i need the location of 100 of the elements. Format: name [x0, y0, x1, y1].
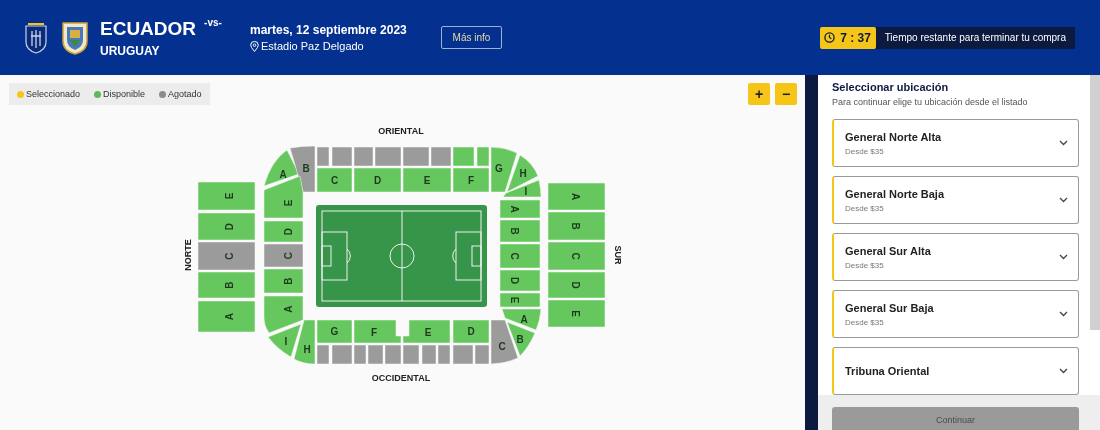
stadium-section[interactable]: [499, 199, 541, 219]
section-label: B: [516, 333, 524, 345]
location-option[interactable]: General Norte Baja Desde $35: [832, 176, 1079, 224]
clock-icon: [824, 32, 836, 43]
section-label: B: [282, 277, 294, 285]
stadium-section[interactable]: [263, 243, 304, 268]
box-section[interactable]: [353, 344, 367, 365]
box-section[interactable]: [430, 146, 452, 167]
section-label: D: [373, 174, 382, 186]
stadium-section[interactable]: [402, 167, 452, 193]
section-label: D: [282, 227, 294, 236]
location-price: Desde $35: [845, 146, 885, 156]
legend-label: Seleccionado: [26, 89, 81, 99]
stadium-section[interactable]: [289, 145, 316, 193]
stadium-section[interactable]: [499, 269, 541, 292]
away-team-name: URUGUAY: [100, 44, 161, 58]
stadium-section[interactable]: [499, 292, 541, 308]
shield-icon: [24, 21, 48, 54]
section-label: A: [282, 305, 294, 313]
location-name: Tribuna Oriental: [845, 365, 931, 377]
location-option[interactable]: General Sur Alta Desde $35: [832, 233, 1079, 281]
location-name: General Sur Baja: [845, 301, 935, 314]
chevron-down-icon: [1059, 140, 1068, 146]
location-option[interactable]: General Norte Alta Desde $35: [832, 119, 1079, 167]
stadium-section[interactable]: [499, 243, 541, 269]
section-label: D: [569, 281, 581, 289]
home-team-name: ECUADOR: [100, 17, 197, 41]
stadium-section[interactable]: [402, 319, 451, 344]
section-label: H: [519, 167, 527, 179]
box-section[interactable]: [331, 344, 353, 365]
section-label: B: [508, 227, 520, 235]
section-label: C: [508, 252, 520, 260]
zoom-in-button[interactable]: +: [748, 83, 770, 105]
section-label: D: [467, 326, 475, 337]
section-label: A: [223, 312, 235, 321]
box-section[interactable]: [374, 146, 402, 167]
chevron-down-icon: [1059, 197, 1068, 203]
box-section[interactable]: [316, 344, 330, 365]
section-label: F: [370, 326, 378, 338]
box-section[interactable]: [402, 146, 430, 167]
section-label: E: [423, 174, 431, 186]
stadium-section[interactable]: [490, 146, 518, 193]
stadium-section[interactable]: [452, 319, 490, 344]
section-label: E: [569, 310, 581, 317]
box-section[interactable]: [421, 344, 437, 365]
box-section[interactable]: [452, 146, 475, 167]
stand-name: NORTE: [183, 239, 193, 271]
stadium-section[interactable]: [263, 220, 304, 243]
stadium-section[interactable]: [263, 268, 304, 294]
location-price: Desde $35: [845, 203, 885, 213]
box-section[interactable]: [402, 344, 420, 365]
match-date: martes, 12 septiembre 2023: [250, 23, 408, 37]
stadium-section[interactable]: [316, 319, 353, 344]
section-label: G: [330, 326, 339, 337]
section-label: C: [569, 252, 581, 260]
section-label: C: [223, 252, 235, 260]
stadium-section[interactable]: [316, 167, 353, 193]
zoom-out-button[interactable]: −: [775, 83, 797, 105]
stadium-section[interactable]: [490, 319, 519, 365]
section-label: H: [303, 343, 311, 355]
location-price: Desde $35: [845, 260, 885, 270]
section-label: B: [569, 222, 581, 230]
more-info-button[interactable]: Más info: [441, 26, 502, 49]
stadium-section[interactable]: [501, 308, 542, 331]
stand-name: ORIENTAL: [378, 126, 424, 136]
box-section[interactable]: [353, 146, 374, 167]
section-label: C: [282, 251, 294, 260]
stadium-section[interactable]: [506, 321, 536, 357]
section-label: E: [508, 296, 520, 304]
section-label: E: [282, 199, 294, 207]
stadium-section[interactable]: [263, 149, 300, 187]
countdown-timer: 7 : 37: [819, 26, 876, 49]
legend-label: Disponible: [103, 89, 146, 99]
legend-label: Agotado: [168, 89, 202, 99]
box-section[interactable]: [384, 344, 402, 365]
section-label: A: [279, 168, 287, 180]
box-section[interactable]: [367, 344, 384, 365]
shield-icon: [62, 20, 88, 55]
box-section[interactable]: [437, 344, 451, 365]
chevron-down-icon: [1059, 368, 1068, 374]
section-label: E: [424, 326, 432, 338]
stand-name: OCCIDENTAL: [371, 373, 431, 383]
timer-message: Tiempo restante para terminar tu compra: [875, 26, 1075, 49]
stadium-section[interactable]: [293, 319, 316, 365]
scrollbar[interactable]: [1090, 75, 1100, 330]
section-label: B: [223, 281, 235, 289]
location-name: General Sur Alta: [845, 244, 932, 257]
stadium-section[interactable]: [547, 271, 606, 299]
stadium-section[interactable]: [499, 219, 541, 243]
box-section[interactable]: [476, 146, 490, 167]
stadium-section[interactable]: [353, 167, 402, 193]
section-label: I: [284, 335, 288, 347]
location-name: General Norte Alta: [845, 130, 943, 143]
section-label: A: [569, 192, 581, 201]
stadium-section[interactable]: [502, 179, 542, 198]
box-section[interactable]: [331, 146, 353, 167]
panel-subtitle: Para continuar elige tu ubicación desde el listado: [832, 97, 1029, 107]
location-option[interactable]: General Sur Baja Desde $35: [832, 290, 1079, 338]
stadium-section[interactable]: [506, 154, 539, 193]
stadium-section[interactable]: [197, 212, 256, 241]
